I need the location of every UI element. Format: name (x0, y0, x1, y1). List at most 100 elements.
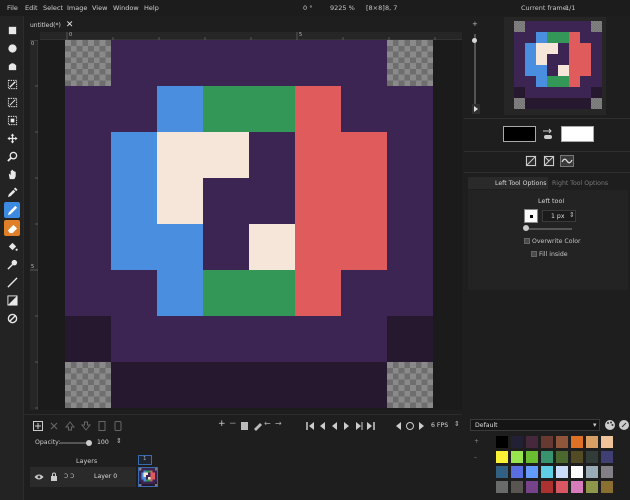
left-color-swatch[interactable] (503, 126, 536, 142)
palette-swatch[interactable] (601, 466, 613, 478)
onion-skin-next-icon[interactable] (417, 421, 426, 431)
document-tab[interactable]: untitled(*) ✕ (30, 19, 73, 31)
play-icon[interactable] (342, 421, 351, 431)
swap-colors-icon[interactable] (541, 127, 555, 141)
eye-icon[interactable] (34, 473, 44, 481)
palette-swatch[interactable] (586, 436, 598, 448)
loop-icon[interactable] (405, 421, 415, 431)
layer-row[interactable]: Ɔ Ͻ Layer 0 (30, 467, 136, 487)
last-frame-icon[interactable] (366, 421, 375, 431)
link-icon[interactable]: Ɔ Ͻ (64, 473, 74, 480)
palette-swatch[interactable] (586, 481, 598, 493)
add-layer-icon[interactable] (32, 420, 44, 432)
previous-frame-icon[interactable] (330, 421, 339, 431)
pencil-tool[interactable] (4, 202, 20, 218)
palette-swatch[interactable] (511, 451, 523, 463)
palette-swatch[interactable] (571, 436, 583, 448)
palette-swatch[interactable] (556, 436, 568, 448)
remove-layer-icon[interactable] (48, 420, 60, 432)
palette-swatch[interactable] (541, 451, 553, 463)
palette-swatch[interactable] (526, 481, 538, 493)
menu-view[interactable]: View (92, 4, 107, 12)
zoom-tool[interactable] (4, 148, 20, 164)
palette-swatch[interactable] (541, 436, 553, 448)
palette-swatch[interactable] (511, 466, 523, 478)
merge-layer-icon[interactable] (112, 420, 124, 432)
palette-add-icon[interactable]: + (474, 438, 479, 445)
palette-swatch[interactable] (496, 436, 508, 448)
color-select-tool[interactable] (4, 94, 20, 110)
brush-preview[interactable] (524, 209, 538, 223)
palette-edit-icon[interactable] (618, 419, 630, 431)
bucket-tool[interactable] (4, 238, 20, 254)
palette-swatch[interactable] (511, 436, 523, 448)
shading-tool[interactable] (4, 256, 20, 272)
palette-swatch[interactable] (571, 481, 583, 493)
ellipse-tool[interactable] (4, 310, 20, 326)
palette-swatch[interactable] (556, 451, 568, 463)
palette-remove-icon[interactable]: – (474, 454, 477, 461)
opacity-slider-track[interactable] (60, 442, 88, 444)
opacity-spinbox[interactable]: 100 ⇕ (94, 437, 124, 448)
next-frame-icon[interactable] (354, 421, 363, 431)
pixel-select-tool[interactable] (4, 112, 20, 128)
onion-skin-previous-icon[interactable] (394, 421, 403, 431)
menu-edit[interactable]: Edit (25, 4, 38, 12)
palette-swatch[interactable] (601, 451, 613, 463)
lock-icon[interactable] (50, 472, 58, 482)
frame-button-1[interactable]: 1 (138, 455, 152, 465)
brush-size-slider-track[interactable] (526, 228, 572, 230)
fps-value[interactable]: 6 FPS (431, 422, 448, 429)
palette-swatch[interactable] (511, 481, 523, 493)
color-picker-tool[interactable] (4, 184, 20, 200)
palette-swatch[interactable] (541, 466, 553, 478)
palette-select[interactable]: Default ▾ (470, 419, 600, 431)
spin-arrows-icon[interactable]: ⇕ (569, 211, 575, 219)
pan-tool[interactable] (4, 166, 20, 182)
spin-arrows-icon[interactable]: ⇕ (116, 437, 122, 445)
palette-swatch[interactable] (571, 451, 583, 463)
cel-button[interactable] (138, 467, 158, 487)
move-tool[interactable] (4, 130, 20, 146)
tab-right-tool-options[interactable]: Right Tool Options (552, 180, 608, 187)
slider-handle[interactable] (472, 38, 477, 43)
move-frame-right-icon[interactable]: → (275, 419, 282, 428)
palette-swatch[interactable] (496, 466, 508, 478)
move-layer-down-icon[interactable] (80, 420, 92, 432)
clone-layer-icon[interactable] (96, 420, 108, 432)
line-tool[interactable] (4, 274, 20, 290)
rectangle-select-tool[interactable] (4, 22, 20, 38)
palette-swatch[interactable] (601, 436, 613, 448)
palette-icon[interactable] (604, 419, 616, 431)
mirror-vertical-button[interactable] (543, 155, 555, 167)
add-frame-icon[interactable]: + (218, 419, 226, 429)
palette-swatch[interactable] (586, 451, 598, 463)
palette-swatch[interactable] (586, 466, 598, 478)
opacity-slider-handle[interactable] (86, 440, 92, 446)
mirror-horizontal-button[interactable] (525, 155, 537, 167)
pixel-canvas[interactable] (65, 40, 433, 408)
tab-left-tool-options[interactable]: Left Tool Options (468, 177, 548, 189)
remove-frame-icon[interactable]: − (229, 419, 237, 429)
menu-file[interactable]: File (7, 4, 18, 12)
palette-swatch[interactable] (541, 481, 553, 493)
right-color-swatch[interactable] (561, 126, 594, 142)
first-frame-icon[interactable] (306, 421, 315, 431)
palette-swatch[interactable] (601, 481, 613, 493)
frame-properties-icon[interactable] (240, 421, 249, 431)
palette-swatch[interactable] (571, 466, 583, 478)
tag-icon[interactable] (253, 421, 262, 431)
move-frame-left-icon[interactable]: ← (264, 419, 271, 428)
preview-play-button[interactable] (472, 104, 480, 114)
palette-swatch[interactable] (526, 436, 538, 448)
menu-help[interactable]: Help (144, 4, 159, 12)
menu-window[interactable]: Window (113, 4, 139, 12)
eraser-tool[interactable] (4, 220, 20, 236)
spin-arrows-icon[interactable]: ⇕ (454, 420, 460, 428)
canvas-viewport[interactable] (38, 40, 462, 410)
overwrite-color-checkbox[interactable] (524, 238, 530, 244)
preview-zoom-slider[interactable]: + – (470, 20, 480, 114)
menu-select[interactable]: Select (43, 4, 63, 12)
pixel-perfect-button[interactable] (560, 155, 574, 167)
palette-swatch[interactable] (526, 466, 538, 478)
